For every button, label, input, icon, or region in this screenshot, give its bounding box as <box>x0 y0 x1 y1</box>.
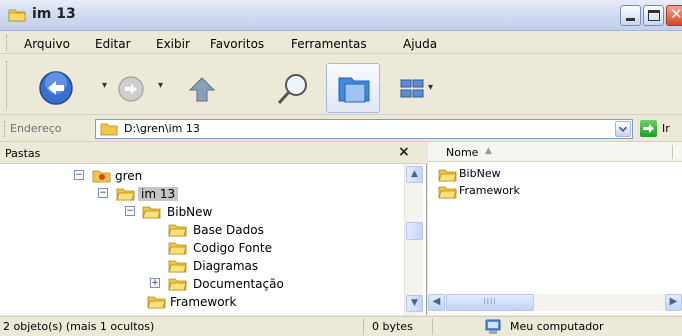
tree-label: Framework <box>170 295 237 309</box>
minimize-button[interactable] <box>620 5 641 26</box>
forward-dropdown-icon[interactable]: ▾ <box>158 80 163 91</box>
status-divider <box>363 319 364 335</box>
folder-icon <box>438 186 457 199</box>
status-location: Meu computador <box>510 320 604 333</box>
maximize-icon <box>648 10 660 21</box>
views-dropdown-icon[interactable]: ▾ <box>428 82 433 93</box>
address-dropdown-icon[interactable] <box>615 121 631 137</box>
folders-pane-title: Pastas <box>5 147 41 160</box>
go-button-label[interactable]: Ir <box>662 122 670 135</box>
menu-favoritos[interactable]: Favoritos <box>210 37 264 51</box>
close-icon: ✕ <box>670 5 682 23</box>
scroll-down-icon[interactable]: ▼ <box>406 295 423 312</box>
folder-icon <box>8 9 26 22</box>
status-divider <box>432 319 433 335</box>
address-value: D:\gren\im 13 <box>124 122 200 135</box>
expand-toggle-icon[interactable]: + <box>150 278 160 288</box>
menu-ajuda[interactable]: Ajuda <box>403 37 437 51</box>
go-arrow-icon[interactable] <box>640 120 657 137</box>
open-folder-icon <box>116 188 135 201</box>
status-size: 0 bytes <box>372 320 413 333</box>
address-label: Endereço <box>10 122 62 135</box>
maximize-button[interactable] <box>643 5 664 26</box>
tree-label: Base Dados <box>193 223 264 237</box>
menu-exibir[interactable]: Exibir <box>156 37 190 51</box>
address-input[interactable]: D:\gren\im 13 <box>95 119 633 139</box>
file-name: Framework <box>459 184 520 197</box>
collapse-toggle-icon[interactable]: − <box>98 188 108 198</box>
collapse-toggle-icon[interactable]: − <box>74 170 84 180</box>
folder-icon <box>142 206 161 219</box>
folder-icon <box>168 260 187 273</box>
window-title: im 13 <box>32 6 76 22</box>
toolbar: ▾ ▾ ▾ <box>0 55 682 115</box>
menu-grip <box>6 35 9 51</box>
file-name: BibNew <box>459 167 501 180</box>
folder-icon <box>168 242 187 255</box>
minimize-icon <box>626 18 635 21</box>
user-folder-icon <box>92 170 111 183</box>
scroll-thumb[interactable] <box>406 222 423 240</box>
menu-editar[interactable]: Editar <box>95 37 131 51</box>
column-name-label: Nome <box>446 146 479 159</box>
folders-icon <box>338 77 370 103</box>
folders-button[interactable] <box>326 63 380 113</box>
scroll-up-icon[interactable]: ▲ <box>406 166 423 183</box>
forward-button[interactable] <box>118 76 148 102</box>
tree-label-selected: im 13 <box>138 187 179 201</box>
back-dropdown-icon[interactable]: ▾ <box>102 80 107 91</box>
scroll-left-icon[interactable]: ◀ <box>428 294 445 311</box>
address-bar: Endereço D:\gren\im 13 Ir <box>0 117 682 142</box>
folder-icon <box>147 296 166 309</box>
sort-ascending-icon: ▲ <box>485 146 492 156</box>
tree-label: Codigo Fonte <box>193 241 272 255</box>
menu-ferramentas[interactable]: Ferramentas <box>291 37 367 51</box>
folders-pane-header: Pastas × <box>0 142 427 164</box>
tree-label: Diagramas <box>193 259 259 273</box>
column-header-name[interactable]: Nome ▲ <box>428 142 682 162</box>
column-divider[interactable] <box>672 145 673 159</box>
my-computer-icon <box>485 319 501 334</box>
folders-pane: Pastas × − gren − im 13 − BibNew Base Da… <box>0 142 427 315</box>
close-button[interactable]: ✕ <box>666 5 682 26</box>
collapse-toggle-icon[interactable]: − <box>125 206 135 216</box>
folder-icon <box>100 123 118 136</box>
scroll-thumb[interactable]: IIII <box>446 294 534 311</box>
status-bar: 2 objeto(s) (mais 1 ocultos) 0 bytes Meu… <box>0 316 682 336</box>
folder-icon <box>438 169 457 182</box>
file-list-pane: Nome ▲ BibNew Framework ◀ IIII ▶ <box>428 142 682 315</box>
menu-arquivo[interactable]: Arquivo <box>24 37 70 51</box>
folder-icon <box>168 278 187 291</box>
up-folder-button[interactable] <box>186 74 218 104</box>
folders-vertical-scrollbar[interactable]: ▲ ▼ <box>404 164 423 315</box>
search-button[interactable] <box>274 71 312 107</box>
tree-label: BibNew <box>167 205 213 219</box>
status-object-count: 2 objeto(s) (mais 1 ocultos) <box>3 320 155 333</box>
close-pane-icon[interactable]: × <box>398 144 410 160</box>
views-button[interactable] <box>400 79 426 99</box>
menu-bar: Arquivo Editar Exibir Favoritos Ferramen… <box>0 32 682 54</box>
files-horizontal-scrollbar[interactable]: ◀ IIII ▶ <box>428 294 682 311</box>
scroll-right-icon[interactable]: ▶ <box>665 294 682 311</box>
folder-icon <box>168 224 187 237</box>
toolbar-grip <box>6 61 9 109</box>
back-button[interactable] <box>38 70 78 106</box>
tree-label: Documentação <box>193 277 284 291</box>
title-bar[interactable]: im 13 ✕ <box>0 0 682 31</box>
address-grip <box>4 121 7 137</box>
tree-label: gren <box>115 169 143 183</box>
